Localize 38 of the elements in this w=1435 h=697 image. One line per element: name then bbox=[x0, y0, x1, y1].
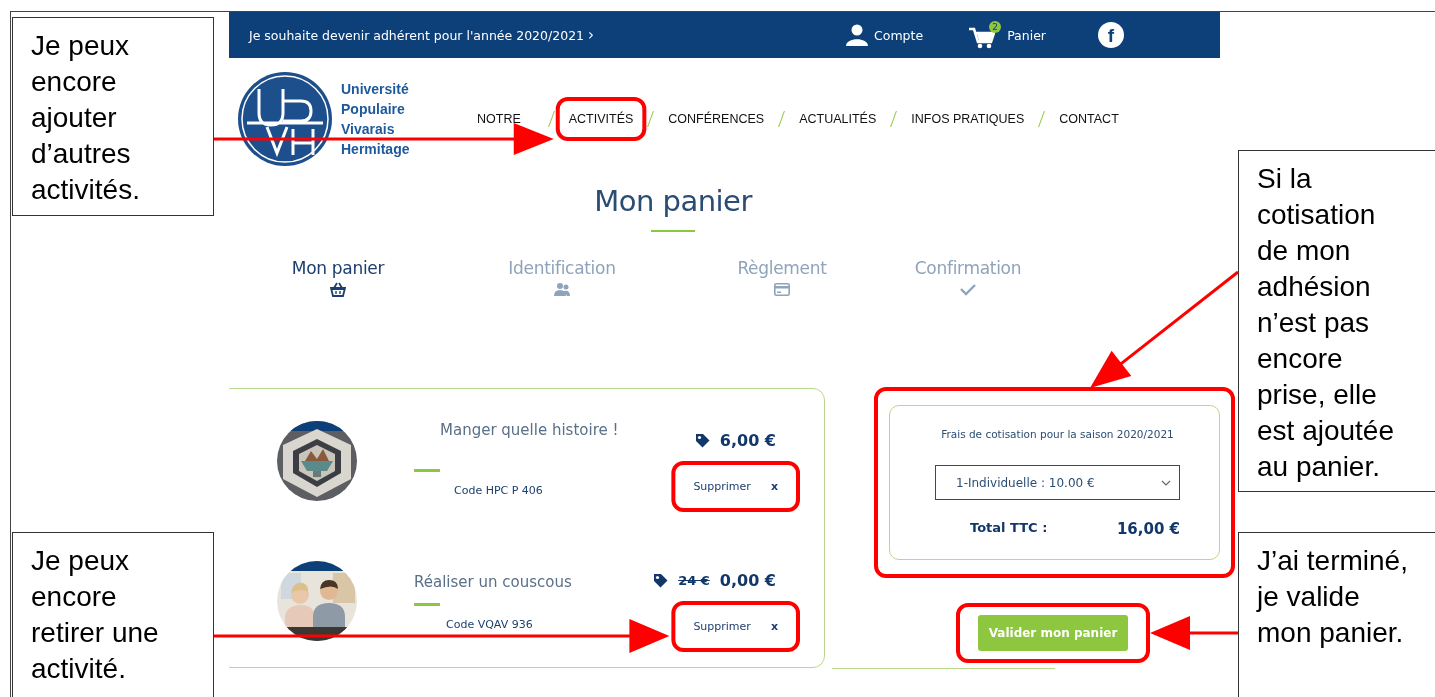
nav-link[interactable]: CONTACT bbox=[1059, 112, 1119, 126]
activity-title: Manger quelle histoire ! bbox=[439, 421, 620, 439]
total-label: Total TTC : bbox=[970, 520, 1048, 537]
count-badge: 2 bbox=[989, 21, 1002, 33]
nav-link[interactable]: INFOS PRATIQUES bbox=[911, 112, 1025, 126]
logo-text: Université Populaire Vivarais Hermitage bbox=[341, 80, 411, 159]
basket-icon bbox=[330, 282, 346, 297]
credit-card-icon bbox=[774, 282, 790, 297]
callout-text: Si la cotisation de mon adhésion n’est pas encore prise, elle est ajoutée au panier. bbox=[1238, 150, 1435, 492]
activity-code: Code VQAV 936 bbox=[445, 618, 534, 631]
activity-code: Code HPC P 406 bbox=[453, 484, 544, 497]
step-tab[interactable]: Mon panier bbox=[291, 258, 385, 278]
total-value: 16,00 € bbox=[1116, 520, 1180, 538]
membership-link[interactable]: Je souhaite devenir adhérent pour l'année 2020/2021 › bbox=[249, 26, 595, 44]
chevron-down-icon bbox=[1161, 479, 1171, 486]
logo-icon bbox=[237, 71, 333, 167]
page-title: Mon panier bbox=[594, 184, 752, 218]
nav-link[interactable]: ACTIVITÉS bbox=[568, 112, 634, 126]
price: 6,00 € bbox=[719, 431, 776, 450]
users-icon bbox=[554, 282, 570, 297]
nav-link[interactable]: ACTUALITÉS bbox=[799, 112, 877, 126]
cart-link[interactable]: 2 Panier bbox=[969, 21, 1046, 49]
callout-text: J’ai terminé, je valide mon panier. bbox=[1238, 532, 1435, 697]
price-tag-icon bbox=[653, 573, 669, 588]
nav-link[interactable]: NOTRE bbox=[477, 112, 521, 126]
nav-link[interactable]: CONFÉRENCES bbox=[668, 112, 765, 126]
user-icon bbox=[846, 24, 869, 46]
account-link[interactable]: Compte bbox=[846, 24, 924, 46]
callout-text: Je peux encore ajouter d’autres activités. bbox=[12, 17, 214, 216]
check-icon bbox=[960, 282, 976, 297]
old-price: 24 € bbox=[678, 573, 710, 588]
price-tag-icon bbox=[694, 433, 710, 448]
facebook-icon[interactable]: f bbox=[1098, 22, 1124, 48]
price: 0,00 € bbox=[719, 571, 776, 590]
callout-text: Je peux encore retirer une activité. bbox=[12, 532, 214, 697]
membership-label: Frais de cotisation pour la saison 2020/2021 bbox=[941, 428, 1174, 440]
activity-title: Réaliser un couscous bbox=[414, 573, 573, 591]
membership-select[interactable]: 1-Individuelle : 10.00 € bbox=[935, 465, 1180, 500]
